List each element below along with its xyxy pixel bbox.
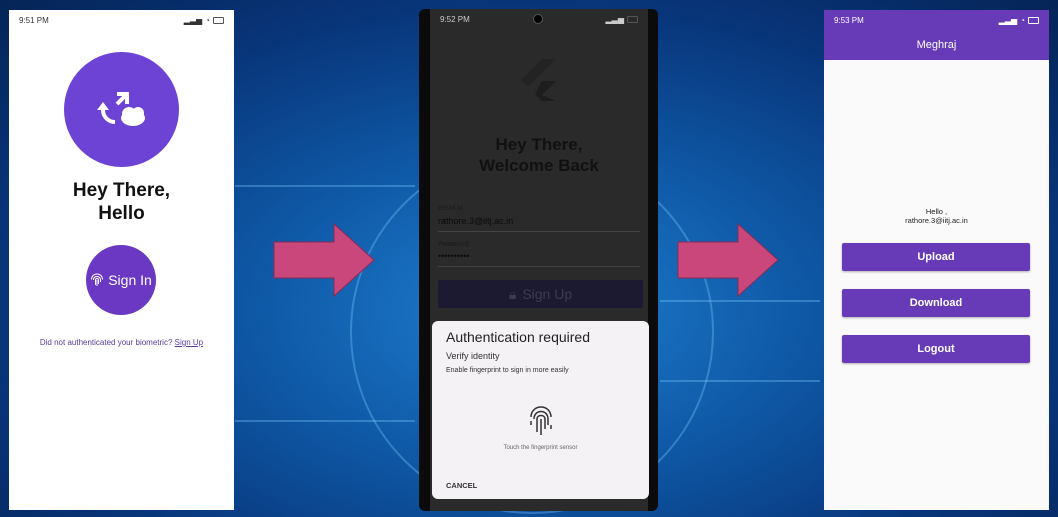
flutter-logo-icon [521,59,556,101]
flow-arrow-2 [677,222,779,298]
password-underline [438,266,640,267]
fingerprint-icon [91,273,104,286]
status-icons: ▂▃▅ ◔ [999,16,1039,25]
upload-button[interactable]: Upload [842,243,1030,271]
sign-up-label: Sign Up [522,286,573,302]
signal-icon: ▂▃▅ [605,14,624,24]
camera-punch-hole [532,14,543,24]
signup-prompt-text: Did not authenticated your biometric? [39,338,173,347]
password-label: Password [438,241,469,248]
app-bar: Meghraj [824,30,1049,60]
password-field[interactable]: •••••••••• [438,251,470,261]
signal-icon: ▂▃▅ [183,15,203,25]
greeting-email: rathore.3@iitj.ac.in [905,216,968,225]
app-bar-title: Meghraj [916,39,957,51]
wifi-icon: ◔ [205,15,210,25]
auth-dialog: Authentication required Verify identity … [432,321,649,499]
dialog-title: Authentication required [446,329,590,345]
biometric-auth-screen: 9:52 PM ▂▃▅ Hey There, Welcome Back Emai… [419,9,658,511]
home-screen: 9:53 PM ▂▃▅ ◔ Meghraj Hello , rathore.3@… [824,10,1049,510]
welcome-title-line1: Hey There, [495,135,583,154]
status-time: 9:52 PM [440,14,470,24]
status-time: 9:53 PM [834,15,864,25]
email-field[interactable]: rathore.3@iitj.ac.in [438,216,513,226]
wifi-icon: ◔ [1020,15,1025,25]
dialog-subtitle: Verify identity [446,351,500,361]
welcome-title-line2: Welcome Back [479,156,599,175]
signup-prompt: Did not authenticated your biometric? Si… [9,338,234,347]
cancel-button[interactable]: CANCEL [446,481,477,490]
fingerprint-sensor-icon[interactable] [527,405,555,437]
lock-icon: 🔒︎ [508,285,517,302]
flow-arrow-1 [273,222,375,298]
logout-button[interactable]: Logout [842,335,1030,363]
dialog-description: Enable fingerprint to sign in more easil… [446,367,569,374]
login-screen: 9:51 PM ▂▃▅ ◔ Hey There, Hello Sign In D… [9,10,234,510]
cloud-sync-icon [96,91,145,126]
signup-link[interactable]: Sign Up [175,338,203,347]
email-underline [438,231,640,232]
fingerprint-hint: Touch the fingerprint sensor [503,445,578,451]
sign-in-button[interactable]: Sign In [86,245,156,315]
status-icons: ▂▃▅ ◔ [184,16,224,25]
status-bar: 9:51 PM ▂▃▅ ◔ [9,10,234,30]
welcome-title-line1: Hey There, [72,180,171,201]
sign-in-label: Sign In [108,272,152,288]
battery-icon [213,16,224,24]
email-label: Email id [438,205,463,212]
status-time: 9:51 PM [19,15,49,25]
signal-icon: ▂▃▅ [998,15,1018,25]
sign-up-button[interactable]: 🔒︎ Sign Up [438,280,643,308]
status-icons: ▂▃▅ [606,15,638,24]
welcome-title-line2: Hello [98,203,145,224]
download-button[interactable]: Download [842,289,1030,317]
greeting-line1: Hello , [925,207,948,216]
status-bar: 9:52 PM ▂▃▅ [430,9,648,29]
status-bar: 9:53 PM ▂▃▅ ◔ [824,10,1049,30]
battery-icon [1028,16,1039,24]
app-logo [64,52,179,167]
battery-icon [626,15,638,23]
